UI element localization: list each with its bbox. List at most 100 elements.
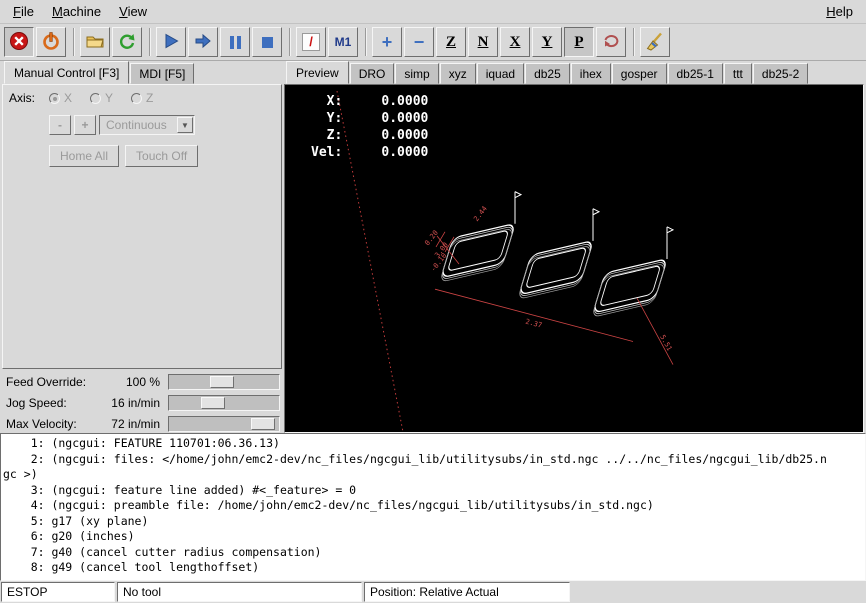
- preview-tab[interactable]: db25-2: [753, 63, 808, 84]
- toolbar-separator: [289, 28, 291, 56]
- menu-item[interactable]: File: [4, 1, 43, 22]
- feed-override-slider[interactable]: [168, 374, 280, 390]
- axis-label: Axis:: [9, 91, 35, 105]
- chevron-down-icon[interactable]: ▼: [177, 117, 193, 133]
- optional-pause-toggle[interactable]: M1: [328, 27, 358, 57]
- toolpath-part-1: [439, 223, 515, 282]
- menu-item-help[interactable]: Help: [817, 1, 862, 22]
- zoom-out-icon: −: [414, 32, 425, 53]
- preview-tabbar: PreviewDROsimpxyziquaddb25ihexgosperdb25…: [284, 61, 864, 84]
- view-y-icon: Y: [542, 34, 553, 51]
- run-icon: [161, 31, 181, 54]
- axis-radio[interactable]: Z: [131, 91, 153, 105]
- main-content: Manual Control [F3]MDI [F5] Axis: X Y: [0, 61, 866, 433]
- power-button[interactable]: [36, 27, 66, 57]
- left-tab[interactable]: MDI [F5]: [130, 63, 194, 84]
- gcode-line[interactable]: gc >): [3, 467, 863, 483]
- toolbar-separator: [73, 28, 75, 56]
- max-velocity-slider-thumb[interactable]: [251, 418, 275, 430]
- gcode-line[interactable]: 4: (ngcgui: preamble file: /home/john/em…: [3, 498, 863, 514]
- rapid-moves: [515, 192, 673, 259]
- zoom-in-button[interactable]: +: [372, 27, 402, 57]
- preview-canvas[interactable]: 0.20 3.00 -0.10 2.44 2.37 5.51 X:0.0000Y…: [284, 84, 864, 433]
- touch-off-button[interactable]: Touch Off: [125, 145, 198, 167]
- axis-radios: X Y Z: [49, 91, 153, 105]
- view-x-button[interactable]: X: [500, 27, 530, 57]
- gcode-line[interactable]: 2: (ngcgui: files: </home/john/emc2-dev/…: [3, 452, 863, 468]
- gcode-line[interactable]: 3: (ngcgui: feature line added) #<_featu…: [3, 483, 863, 499]
- gcode-line[interactable]: 7: g40 (cancel cutter radius compensatio…: [3, 545, 863, 561]
- reload-button[interactable]: [112, 27, 142, 57]
- optional-pause-icon: M1: [335, 35, 352, 49]
- gcode-line[interactable]: 5: g17 (xy plane): [3, 514, 863, 530]
- readout-axis-label: Z:: [311, 127, 342, 144]
- stop-icon: [262, 37, 273, 48]
- left-tab[interactable]: Manual Control [F3]: [4, 61, 129, 84]
- jog-mode-combobox[interactable]: Continuous ▼: [99, 115, 195, 135]
- step-button[interactable]: [188, 27, 218, 57]
- preview-tab[interactable]: simp: [395, 63, 438, 84]
- readout-axis-value: 0.0000: [342, 144, 428, 161]
- open-file-button[interactable]: [80, 27, 110, 57]
- dimension-label: 2.44: [471, 204, 488, 223]
- feed-override-value: 100 %: [102, 375, 168, 389]
- max-velocity-slider[interactable]: [168, 416, 280, 432]
- jog-row: - + Continuous ▼: [49, 115, 275, 135]
- zoom-in-icon: +: [382, 32, 393, 53]
- menu-item[interactable]: Machine: [43, 1, 110, 22]
- gcode-line[interactable]: 6: g20 (inches): [3, 529, 863, 545]
- gcode-line[interactable]: 8: g49 (cancel tool lengthoffset): [3, 560, 863, 576]
- preview-tab[interactable]: DRO: [350, 63, 395, 84]
- toolbar-separator: [365, 28, 367, 56]
- status-tool: No tool: [117, 582, 362, 602]
- preview-panel: PreviewDROsimpxyziquaddb25ihexgosperdb25…: [284, 61, 866, 433]
- preview-tab[interactable]: gosper: [612, 63, 667, 84]
- preview-tab[interactable]: iquad: [477, 63, 524, 84]
- clear-plot-button[interactable]: [640, 27, 670, 57]
- preview-tab[interactable]: db25-1: [668, 63, 723, 84]
- jog-minus-button[interactable]: -: [49, 115, 71, 135]
- feed-override-label: Feed Override:: [6, 375, 102, 389]
- preview-tab[interactable]: Preview: [286, 61, 349, 84]
- rotate-view-button[interactable]: [596, 27, 626, 57]
- run-button[interactable]: [156, 27, 186, 57]
- preview-tab[interactable]: db25: [525, 63, 570, 84]
- jog-speed-label: Jog Speed:: [6, 396, 102, 410]
- gcode-line[interactable]: 1: (ngcgui: FEATURE 110701:06.36.13): [3, 436, 863, 452]
- view-z-rotated-button[interactable]: N: [468, 27, 498, 57]
- dimension-labels: 0.20 3.00 -0.10 2.44 2.37 5.51: [422, 204, 674, 352]
- pause-icon: [230, 36, 241, 49]
- manual-control-panel: Manual Control [F3]MDI [F5] Axis: X Y: [0, 61, 284, 433]
- estop-button[interactable]: [4, 27, 34, 57]
- toolbar-separator: [149, 28, 151, 56]
- readout-line: Y:0.0000: [311, 110, 428, 127]
- axis-radio[interactable]: Y: [90, 91, 113, 105]
- view-z-icon: Z: [446, 34, 456, 51]
- jog-speed-slider-thumb[interactable]: [201, 397, 225, 409]
- axis-row: Axis: X Y Z: [9, 91, 275, 105]
- zoom-out-button[interactable]: −: [404, 27, 434, 57]
- jog-speed-slider[interactable]: [168, 395, 280, 411]
- view-z-button[interactable]: Z: [436, 27, 466, 57]
- pause-button[interactable]: [220, 27, 250, 57]
- preview-tab[interactable]: ttt: [724, 63, 752, 84]
- preview-tab[interactable]: ihex: [571, 63, 611, 84]
- axis-radio[interactable]: X: [49, 91, 72, 105]
- preview-tab[interactable]: xyz: [440, 63, 476, 84]
- jog-plus-button[interactable]: +: [74, 115, 96, 135]
- skip-lines-toggle[interactable]: /: [296, 27, 326, 57]
- menu-item[interactable]: View: [110, 1, 156, 22]
- home-row: Home All Touch Off: [49, 145, 275, 167]
- manual-control-frame: Axis: X Y Z: [2, 84, 282, 369]
- readout-line: X:0.0000: [311, 93, 428, 110]
- radio-icon: [49, 93, 60, 104]
- stop-button[interactable]: [252, 27, 282, 57]
- home-all-button[interactable]: Home All: [49, 145, 119, 167]
- view-perspective-button[interactable]: P: [564, 27, 594, 57]
- rotate-view-icon: [601, 31, 621, 54]
- power-icon: [41, 31, 61, 54]
- view-y-button[interactable]: Y: [532, 27, 562, 57]
- readout-axis-value: 0.0000: [342, 127, 428, 144]
- override-sliders: Feed Override: 100 % Jog Speed: 16 in/mi…: [2, 369, 282, 433]
- feed-override-slider-thumb[interactable]: [210, 376, 234, 388]
